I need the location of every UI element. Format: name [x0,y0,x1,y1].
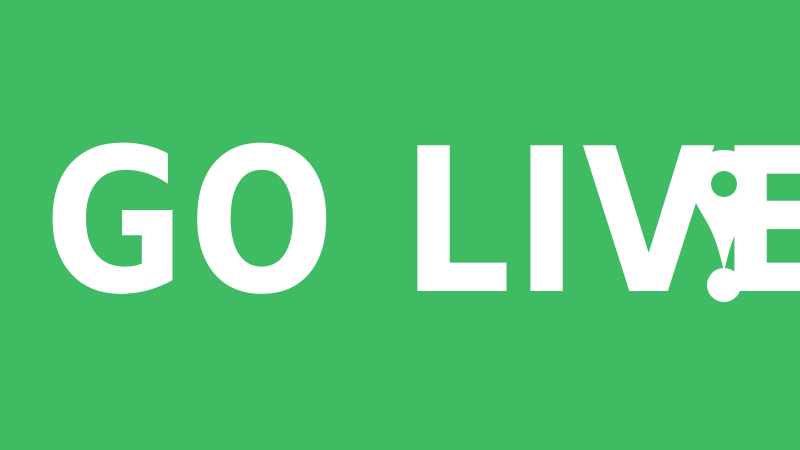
headline: GO LIVE [0,0,800,450]
headline-text: GO LIVE [44,106,800,339]
map-pin-exclamation-icon [691,150,757,302]
banner: GO LIVE [0,0,800,450]
